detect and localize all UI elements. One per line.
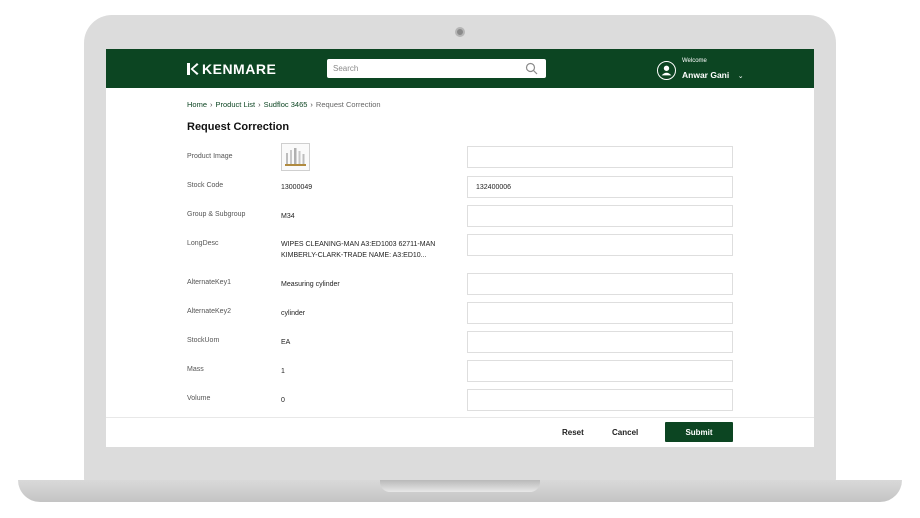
- alternate-key1-value: Measuring cylinder: [281, 281, 340, 288]
- search-input[interactable]: [327, 59, 546, 78]
- user-name: Anwar Gani: [682, 70, 730, 80]
- mass-value: 1: [281, 368, 285, 375]
- volume-label: Volume: [187, 395, 211, 402]
- user-menu[interactable]: Welcome Anwar Gani ⌄: [657, 58, 744, 82]
- breadcrumb-current: Request Correction: [315, 100, 381, 109]
- chevron-down-icon[interactable]: ⌄: [738, 73, 744, 80]
- laptop-notch: [380, 480, 540, 492]
- user-avatar-icon: [657, 60, 676, 80]
- mass-label: Mass: [187, 366, 204, 373]
- breadcrumb-product[interactable]: Sudfloc 3465: [264, 100, 308, 109]
- app-screen: KENMARE Welcome Anwar Gani ⌄ Home: [106, 49, 814, 447]
- breadcrumb-separator-icon: ›: [258, 100, 261, 109]
- alternate-key2-value: cylinder: [281, 310, 306, 317]
- breadcrumb-separator-icon: ›: [210, 100, 213, 109]
- product-image-thumbnail[interactable]: [281, 143, 310, 171]
- brand-name: KENMARE: [202, 61, 277, 77]
- cancel-button[interactable]: Cancel: [612, 428, 638, 437]
- breadcrumb: Home › Product List › Sudfloc 3465 › Req…: [187, 100, 381, 109]
- volume-correction-field[interactable]: [467, 389, 733, 411]
- laptop-mockup: KENMARE Welcome Anwar Gani ⌄ Home: [0, 0, 920, 518]
- breadcrumb-separator-icon: ›: [310, 100, 313, 109]
- brand-logo[interactable]: KENMARE: [186, 61, 276, 77]
- long-desc-correction-field[interactable]: [467, 234, 733, 256]
- group-subgroup-correction-field[interactable]: [467, 205, 733, 227]
- stock-uom-label: StockUom: [187, 337, 220, 344]
- stock-uom-value: EA: [281, 339, 291, 346]
- alternate-key1-label: AlternateKey1: [187, 279, 231, 286]
- long-desc-value: WIPES CLEANING-MAN A3:ED1003 62711-MAN K…: [281, 241, 436, 259]
- mass-correction-field[interactable]: [467, 360, 733, 382]
- alternate-key2-correction-field[interactable]: [467, 302, 733, 324]
- product-image-icon: [285, 148, 306, 166]
- group-subgroup-label: Group & Subgroup: [187, 211, 246, 218]
- search-icon[interactable]: [525, 62, 538, 75]
- stock-code-label: Stock Code: [187, 182, 224, 189]
- user-greeting: Welcome Anwar Gani ⌄: [682, 58, 744, 82]
- alternate-key2-label: AlternateKey2: [187, 308, 231, 315]
- top-navbar: KENMARE Welcome Anwar Gani ⌄: [106, 49, 814, 88]
- long-desc-label: LongDesc: [187, 240, 219, 247]
- breadcrumb-home[interactable]: Home: [187, 100, 207, 109]
- stock-code-correction-field[interactable]: [467, 176, 733, 198]
- kenmare-logo-icon: [187, 63, 199, 75]
- page-title: Request Correction: [187, 121, 290, 133]
- product-image-correction-field[interactable]: [467, 146, 733, 168]
- alternate-key1-correction-field[interactable]: [467, 273, 733, 295]
- stock-uom-correction-field[interactable]: [467, 331, 733, 353]
- group-subgroup-value: M34: [281, 213, 295, 220]
- webcam-icon: [455, 27, 465, 37]
- volume-value: 0: [281, 397, 285, 404]
- breadcrumb-product-list[interactable]: Product List: [216, 100, 256, 109]
- stock-code-value: 13000049: [281, 184, 313, 191]
- welcome-label: Welcome: [682, 58, 707, 64]
- submit-button[interactable]: Submit: [665, 422, 733, 442]
- product-image-label: Product Image: [187, 153, 233, 160]
- reset-button[interactable]: Reset: [562, 428, 584, 437]
